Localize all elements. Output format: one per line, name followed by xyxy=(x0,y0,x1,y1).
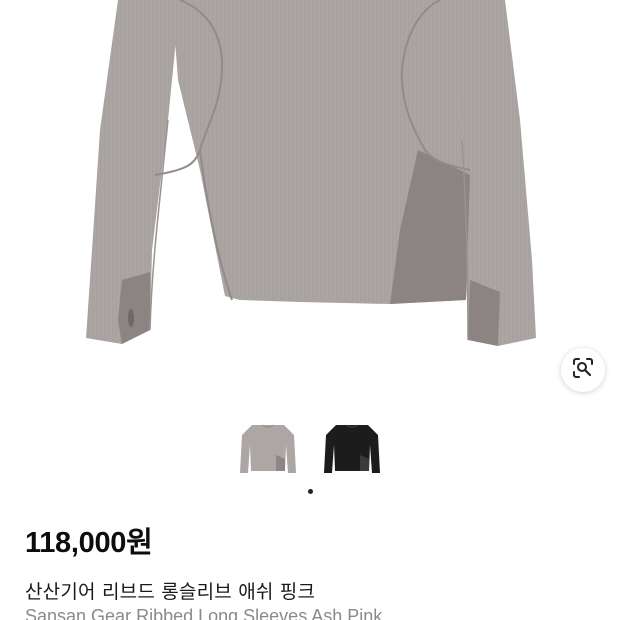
image-search-button[interactable] xyxy=(561,348,605,392)
variant-thumb-black[interactable] xyxy=(319,414,385,480)
product-main-image xyxy=(0,0,620,400)
image-pagination-dots xyxy=(0,489,620,497)
sweater-thumb-ash-pink xyxy=(240,424,296,473)
pagination-dot-active[interactable] xyxy=(307,489,313,494)
product-price: 118,000원 xyxy=(25,527,153,559)
product-title-korean: 산산기어 리브드 롱슬리브 애쉬 핑크 xyxy=(25,581,316,603)
variant-thumbnails xyxy=(0,414,620,484)
variant-thumb-ash-pink[interactable] xyxy=(235,414,301,480)
image-search-lens-icon xyxy=(571,356,595,385)
product-title-english: Sansan Gear Ribbed Long Sleeves Ash Pink xyxy=(25,606,383,620)
sweater-image xyxy=(86,0,536,346)
sweater-thumb-black xyxy=(324,424,380,473)
